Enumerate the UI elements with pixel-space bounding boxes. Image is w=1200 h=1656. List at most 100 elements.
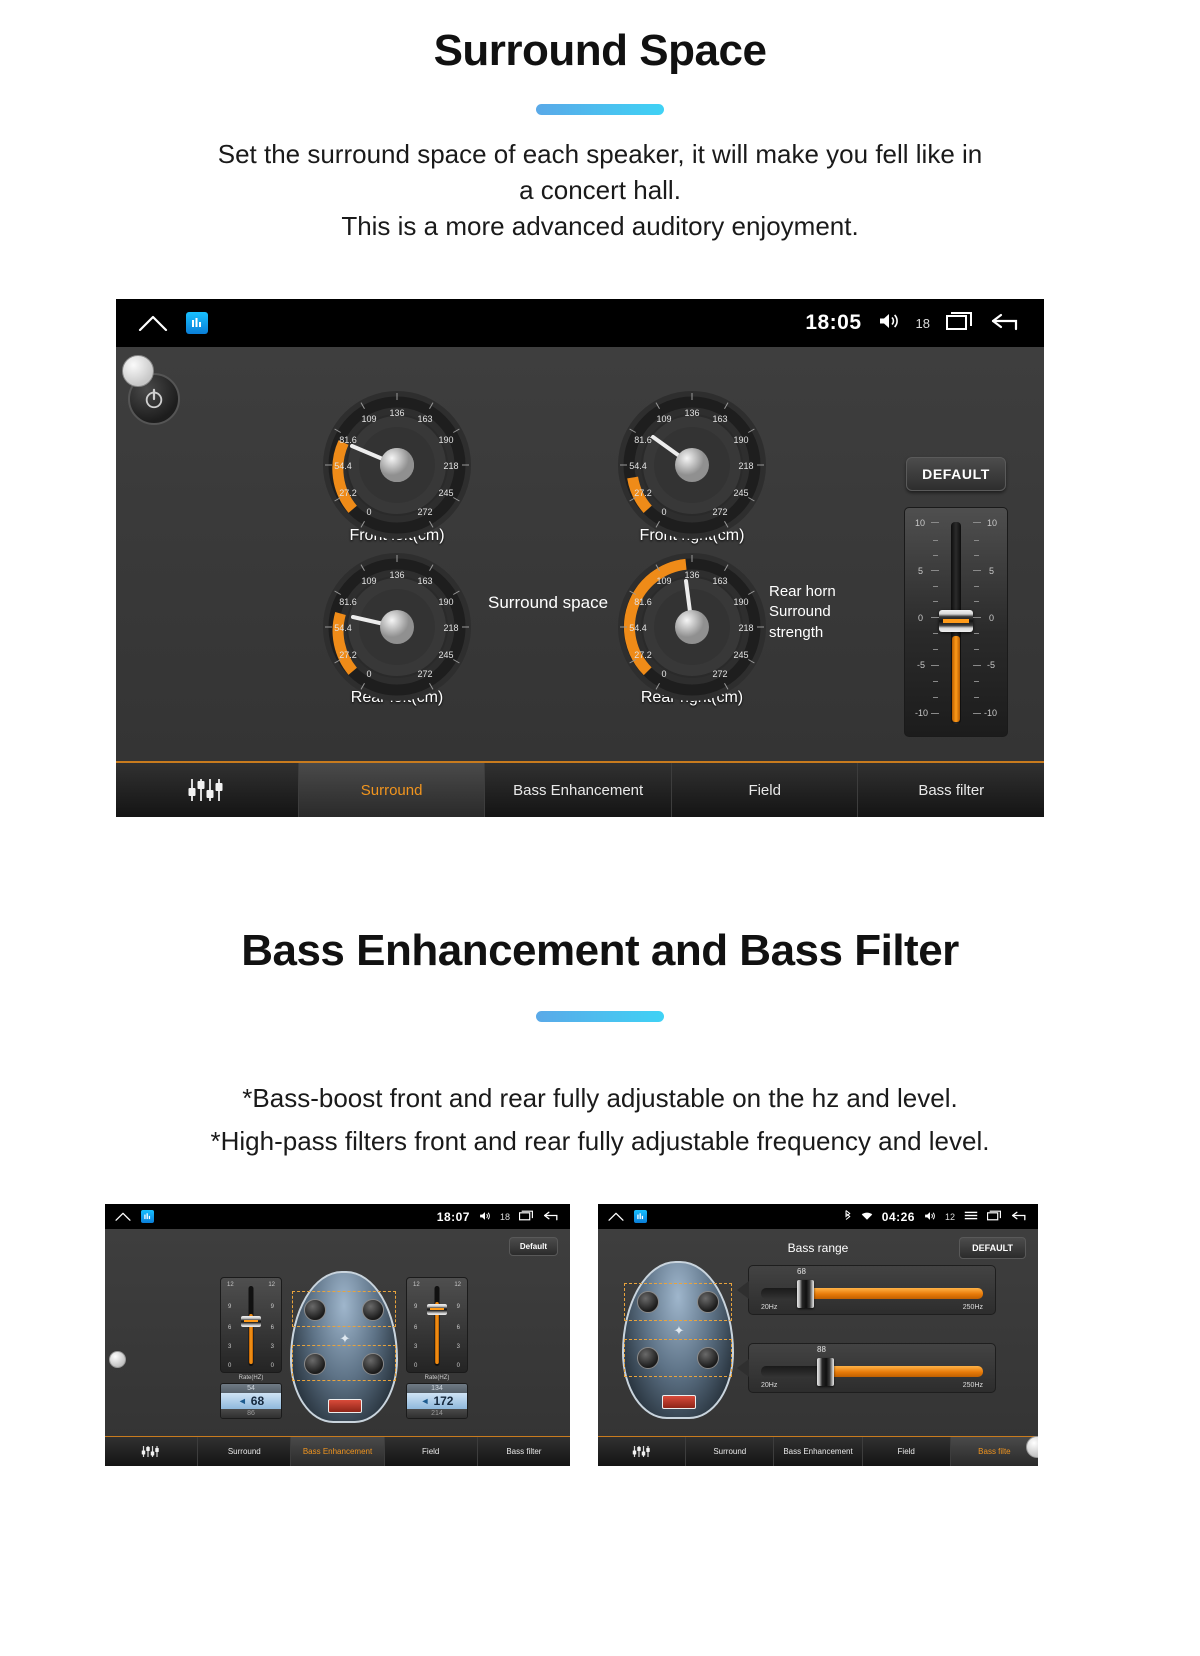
tab-equalizer[interactable]	[105, 1437, 199, 1466]
svg-text:27.2: 27.2	[339, 488, 357, 498]
fader-tick	[973, 665, 981, 666]
tab-bass-filter[interactable]: Bass filter	[858, 763, 1044, 817]
fader-tick	[933, 601, 938, 602]
rear-bass-fader[interactable]: 12 12 9 9 6 6 3 3 0 0	[406, 1277, 468, 1373]
fader-tick	[974, 555, 979, 556]
power-knob-control[interactable]	[122, 355, 180, 425]
power-knob-dot	[122, 355, 154, 387]
equalizer-app-icon[interactable]	[141, 1210, 154, 1223]
gauge-dial[interactable]: 136 109 163 81.6 190 54.4 218 27.2 245 0 272	[616, 551, 768, 703]
rear-horn-strength-fader[interactable]: 10 10 5 5 0 0 -5 -5 -10 -10	[904, 507, 1008, 737]
fader-tick	[933, 555, 938, 556]
car-diagram: ✦	[290, 1271, 398, 1423]
tab-surround[interactable]: Surround	[198, 1437, 292, 1466]
value-current[interactable]: ◄ 68	[221, 1393, 281, 1409]
tab-equalizer[interactable]	[598, 1437, 687, 1466]
volume-icon[interactable]	[479, 1208, 491, 1226]
home-icon[interactable]	[115, 1212, 131, 1221]
tab-bass-filter[interactable]: Bass filte	[950, 1437, 1038, 1466]
bass-filter-device-screenshot: 04:26 12 DEFAULT Bass range ✦ 68 20Hz 25…	[598, 1204, 1038, 1466]
tab-bass-filter[interactable]: Bass filter	[477, 1437, 570, 1466]
svg-text:136: 136	[389, 408, 404, 418]
fader-tick	[931, 665, 939, 666]
value-current[interactable]: ◄ 172	[407, 1393, 467, 1409]
equalizer-app-icon[interactable]	[186, 312, 208, 334]
menu-icon[interactable]	[964, 1208, 978, 1226]
front-bass-column[interactable]: 12 12 9 9 6 6 3 3 0 0 Rate(HZ) 54 ◄ 68 8…	[220, 1277, 282, 1419]
value-text: 68	[250, 1394, 265, 1408]
front-speakers-highlight	[292, 1291, 396, 1327]
rear-rate-value-box[interactable]: 134 ◄ 172 214	[406, 1383, 468, 1419]
volume-level: 12	[944, 1211, 955, 1222]
svg-text:54.4: 54.4	[334, 461, 352, 471]
left-round-button[interactable]	[109, 1351, 126, 1368]
slider-knob[interactable]	[797, 1280, 814, 1308]
fader-tick-label: -5	[986, 660, 995, 670]
gauge-dial[interactable]: 136 109 163 81.6 190 54.4 218 27.2 245 0 272	[616, 389, 768, 541]
svg-text:109: 109	[656, 576, 671, 586]
gauge-dial[interactable]: 136 109 163 81.6 190 54.4 218 27.2 245 0 272	[321, 389, 473, 541]
gauge-rear-left[interactable]: 136 109 163 81.6 190 54.4 218 27.2 245 0 272 …	[321, 551, 473, 707]
surround-space-panel: DEFAULT 136 109 163 81.6 190 54.4 218 27…	[116, 347, 1044, 761]
car-diagram: ✦	[622, 1261, 734, 1419]
tab-field[interactable]: Field	[671, 763, 859, 817]
slider-pointer-front	[737, 1281, 749, 1299]
accent-divider-2	[536, 1011, 664, 1022]
svg-text:218: 218	[443, 623, 458, 633]
bass-description: *Bass-boost front and rear fully adjusta…	[0, 1077, 1200, 1163]
default-button[interactable]: DEFAULT	[906, 457, 1006, 491]
fader-knob[interactable]	[427, 1304, 447, 1315]
bass-enhancement-device-screenshot: 18:07 18 Default 12 12 9 9 6 6 3 3 0 0 R…	[105, 1204, 570, 1466]
slider-value: 88	[817, 1345, 826, 1354]
fader-knob[interactable]	[939, 610, 973, 632]
tab-field[interactable]: Field	[384, 1437, 478, 1466]
rear-speakers-highlight	[624, 1339, 732, 1377]
tab-bass-enhancement[interactable]: Bass Enhancement	[291, 1437, 385, 1466]
recents-icon[interactable]	[986, 1208, 1002, 1226]
back-icon[interactable]	[990, 311, 1022, 336]
gauge-dial[interactable]: 136 109 163 81.6 190 54.4 218 27.2 245 0 272	[321, 551, 473, 703]
scale-label: 0	[270, 1363, 274, 1369]
slider-knob[interactable]	[817, 1358, 834, 1386]
gauge-front-right[interactable]: 136 109 163 81.6 190 54.4 218 27.2 245 0 272 …	[616, 389, 768, 545]
rear-bass-column[interactable]: 12 12 9 9 6 6 3 3 0 0 Rate(HZ) 134 ◄ 172…	[406, 1277, 468, 1419]
tab-field[interactable]: Field	[862, 1437, 951, 1466]
recents-icon[interactable]	[946, 311, 974, 336]
default-button[interactable]: Default	[508, 1237, 558, 1256]
tab-surround[interactable]: Surround	[298, 763, 486, 817]
recents-icon[interactable]	[518, 1208, 534, 1226]
gauge-rear-right[interactable]: 136 109 163 81.6 190 54.4 218 27.2 245 0 272 …	[616, 551, 768, 707]
back-icon[interactable]	[543, 1208, 560, 1226]
home-icon[interactable]	[608, 1212, 624, 1221]
svg-text:272: 272	[417, 507, 432, 517]
front-bass-range-slider[interactable]: 68 20Hz 250Hz	[748, 1265, 996, 1315]
tab-bass-enhancement[interactable]: Bass Enhancement	[774, 1437, 863, 1466]
fader-tick	[933, 586, 938, 587]
tab-bass-enhancement[interactable]: Bass Enhancement	[485, 763, 672, 817]
front-bass-fader[interactable]: 12 12 9 9 6 6 3 3 0 0	[220, 1277, 282, 1373]
value-next: 214	[407, 1409, 467, 1418]
equalizer-icon	[141, 1446, 159, 1457]
desc-line: *High-pass filters front and rear fully …	[210, 1125, 990, 1156]
front-rate-value-box[interactable]: 54 ◄ 68 86	[220, 1383, 282, 1419]
value-next: 86	[221, 1409, 281, 1418]
back-icon[interactable]	[1011, 1208, 1028, 1226]
svg-text:272: 272	[712, 507, 727, 517]
tab-equalizer[interactable]	[116, 763, 299, 817]
fader-fill	[952, 636, 960, 722]
fader-tick-label: -10	[915, 708, 929, 718]
accent-divider-1	[536, 104, 664, 115]
fader-tick	[973, 570, 981, 571]
tab-surround[interactable]: Surround	[686, 1437, 775, 1466]
volume-icon[interactable]	[878, 312, 900, 335]
fader-knob[interactable]	[241, 1316, 261, 1327]
volume-icon[interactable]	[924, 1208, 936, 1226]
svg-text:0: 0	[661, 669, 666, 679]
equalizer-icon	[632, 1446, 650, 1457]
svg-text:54.4: 54.4	[629, 461, 647, 471]
equalizer-app-icon[interactable]	[634, 1210, 647, 1223]
rear-bass-range-slider[interactable]: 88 20Hz 250Hz	[748, 1343, 996, 1393]
gauge-front-left[interactable]: 136 109 163 81.6 190 54.4 218 27.2 245 0 272 …	[321, 389, 473, 545]
svg-text:190: 190	[733, 435, 748, 445]
home-icon[interactable]	[138, 315, 168, 331]
